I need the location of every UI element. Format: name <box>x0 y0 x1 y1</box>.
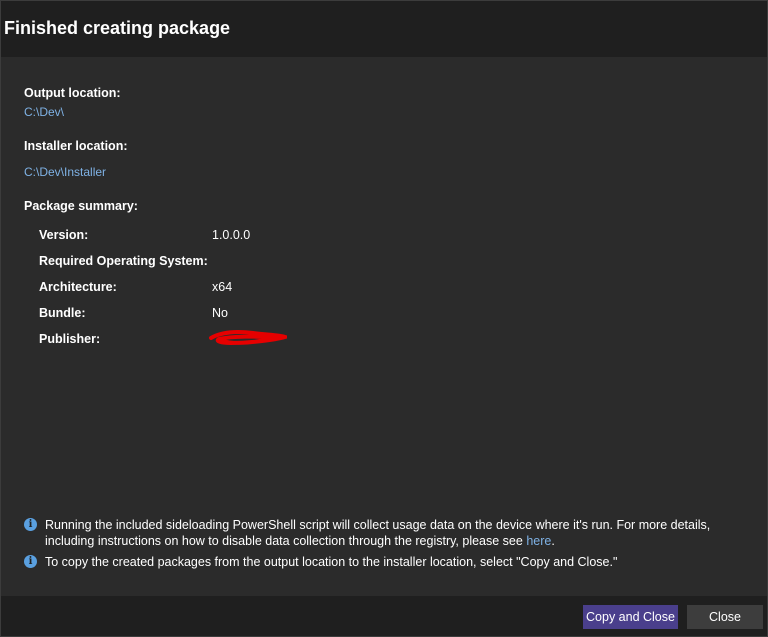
summary-row-publisher: Publisher: <box>39 330 339 350</box>
summary-row-bundle: Bundle: No <box>39 306 339 324</box>
telemetry-end: . <box>551 534 555 548</box>
telemetry-here-link[interactable]: here <box>526 534 551 548</box>
output-location-label: Output location: <box>24 86 121 100</box>
dialog-footer: Copy and Close Close <box>1 596 767 636</box>
info-icon: i <box>24 518 37 531</box>
copy-and-close-button[interactable]: Copy and Close <box>583 605 678 629</box>
package-summary-label: Package summary: <box>24 199 138 213</box>
summary-key: Required Operating System: <box>39 254 208 268</box>
publisher-redaction-scribble <box>209 330 287 346</box>
summary-key: Publisher: <box>39 332 101 346</box>
copy-text: To copy the created packages from the ou… <box>45 555 618 569</box>
summary-key: Architecture: <box>39 280 117 294</box>
info-icon: i <box>24 555 37 568</box>
summary-row-architecture: Architecture: x64 <box>39 280 339 298</box>
dialog-title: Finished creating package <box>4 18 231 38</box>
close-button[interactable]: Close <box>687 605 763 629</box>
summary-value: 1.0.0.0 <box>212 228 251 242</box>
output-location-link[interactable]: C:\Dev\ <box>24 105 64 119</box>
installer-location-label: Installer location: <box>24 139 128 153</box>
summary-key: Version: <box>39 228 89 242</box>
summary-row-required-os: Required Operating System: <box>39 254 339 272</box>
dialog-window: Finished creating package Output locatio… <box>0 0 768 637</box>
summary-row-version: Version: 1.0.0.0 <box>39 228 339 246</box>
dialog-header: Finished creating package <box>1 1 767 57</box>
installer-location-link[interactable]: C:\Dev\Installer <box>24 165 106 179</box>
summary-value: x64 <box>212 280 233 294</box>
summary-value: No <box>212 306 228 320</box>
summary-key: Bundle: <box>39 306 86 320</box>
telemetry-text: Running the included sideloading PowerSh… <box>45 518 711 548</box>
